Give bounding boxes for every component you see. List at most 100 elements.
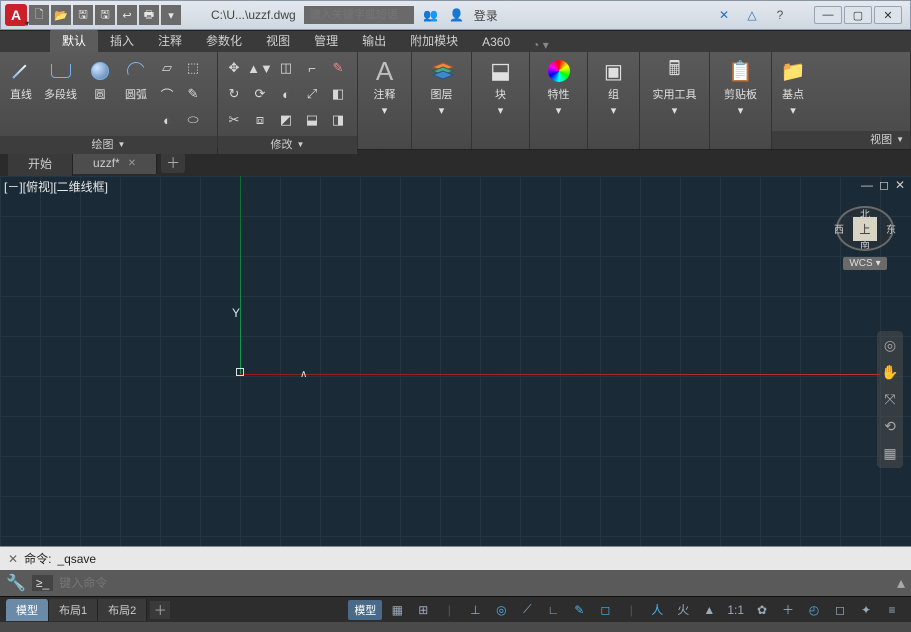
tool-properties[interactable]: 特性 ▾ xyxy=(542,56,576,119)
draw-small-2[interactable]: ⌒ xyxy=(155,82,179,106)
viewcube-east[interactable]: 东 xyxy=(886,221,896,236)
status-annoscale-person-icon[interactable]: 人 xyxy=(646,600,668,620)
modify-trim-icon[interactable]: ◫ xyxy=(274,56,298,80)
qat-open-icon[interactable]: 📂 xyxy=(51,5,71,25)
status-model-button[interactable]: 模型 xyxy=(348,600,382,620)
layout-tab-model[interactable]: 模型 xyxy=(6,599,49,621)
status-grid-icon[interactable]: ▦ xyxy=(386,600,408,620)
cmd-customize-icon[interactable]: 🔧 xyxy=(6,573,26,593)
status-scale-label[interactable]: 1:1 xyxy=(724,600,747,620)
cmd-expand-icon[interactable]: ▴ xyxy=(897,573,905,593)
tab-annotate[interactable]: 注释 xyxy=(146,29,194,52)
viewcube-north[interactable]: 北 xyxy=(860,206,870,221)
modify-13-icon[interactable]: ◧ xyxy=(326,82,350,106)
tool-polyline[interactable]: 多段线 xyxy=(40,56,81,104)
tab-addins[interactable]: 附加模块 xyxy=(398,29,470,52)
qat-saveas-icon[interactable]: 🖫 xyxy=(95,5,115,25)
tool-circle[interactable]: 圆 xyxy=(83,56,117,104)
help-search-input[interactable] xyxy=(304,6,414,24)
binoculars-icon[interactable]: 👥 xyxy=(422,6,440,24)
status-annomonitor-icon[interactable]: 火 xyxy=(672,600,694,620)
file-tab-new[interactable]: ＋ xyxy=(161,153,185,173)
modify-scale-icon[interactable]: ⧈ xyxy=(248,108,272,132)
status-2dosnap-icon[interactable]: ◻ xyxy=(594,600,616,620)
qat-new-icon[interactable]: 🗋 xyxy=(29,5,49,25)
tab-default[interactable]: 默认 xyxy=(50,29,98,52)
viewport-minimize-icon[interactable]: — xyxy=(861,178,873,192)
draw-small-1[interactable]: ▱ xyxy=(155,56,179,80)
tool-arc[interactable]: 圆弧 xyxy=(119,56,153,104)
command-input[interactable] xyxy=(59,576,891,590)
status-polar-icon[interactable]: ◎ xyxy=(490,600,512,620)
viewport-close-icon[interactable]: ✕ xyxy=(895,178,905,192)
tab-insert[interactable]: 插入 xyxy=(98,29,146,52)
tool-utilities[interactable]: 🖩 实用工具 ▾ xyxy=(649,56,701,119)
exchange-icon[interactable]: ✕ xyxy=(715,6,733,24)
nav-orbit-icon[interactable]: ⟲ xyxy=(884,418,896,435)
status-gear-icon[interactable]: ✿ xyxy=(751,600,773,620)
status-annovis-icon[interactable]: ▲ xyxy=(698,600,720,620)
modify-14-icon[interactable]: ◨ xyxy=(326,108,350,132)
modify-array-icon[interactable]: ◩ xyxy=(274,108,298,132)
help-icon[interactable]: ? xyxy=(771,6,789,24)
tool-basepoint[interactable]: 📁 基点 ▾ xyxy=(776,56,810,119)
tool-layer[interactable]: 图层 ▾ xyxy=(425,56,459,119)
modify-mirror-icon[interactable]: ⟳ xyxy=(248,82,272,106)
status-isoplane-icon[interactable]: ⟋ xyxy=(516,600,538,620)
file-tab-uzzf[interactable]: uzzf*✕ xyxy=(73,152,157,174)
file-tab-start[interactable]: 开始 xyxy=(8,151,73,176)
a360-icon[interactable]: △ xyxy=(743,6,761,24)
layout-tab-2[interactable]: 布局2 xyxy=(98,599,147,621)
viewcube-west[interactable]: 西 xyxy=(834,221,844,236)
close-button[interactable]: ✕ xyxy=(874,6,902,24)
status-customize-icon[interactable]: ≡ xyxy=(881,600,903,620)
status-otrack-icon[interactable]: ✎ xyxy=(568,600,590,620)
layout-tab-1[interactable]: 布局1 xyxy=(49,599,98,621)
nav-zoom-icon[interactable]: ⤧ xyxy=(884,391,895,408)
status-isolate-icon[interactable]: ◴ xyxy=(803,600,825,620)
qat-print-icon[interactable]: 🖶 xyxy=(139,5,159,25)
modify-fillet-icon[interactable]: ◐ xyxy=(274,82,298,106)
status-osnap-icon[interactable]: ∟ xyxy=(542,600,564,620)
qat-more-icon[interactable]: ▾ xyxy=(161,5,181,25)
login-link[interactable]: 登录 xyxy=(474,7,498,24)
viewcube-south[interactable]: 南 xyxy=(860,236,870,251)
status-cleanscreen-icon[interactable]: ✦ xyxy=(855,600,877,620)
close-icon[interactable]: ✕ xyxy=(128,158,136,169)
wcs-dropdown[interactable]: WCS▾ xyxy=(843,257,886,270)
status-ortho-icon[interactable]: ⊥ xyxy=(464,600,486,620)
tool-annotate[interactable]: A 注释 ▾ xyxy=(368,56,402,119)
maximize-button[interactable]: ▢ xyxy=(844,6,872,24)
viewcube[interactable]: 上 北 南 东 西 WCS▾ xyxy=(833,206,897,270)
tool-clipboard[interactable]: 📋 剪贴板 ▾ xyxy=(720,56,761,119)
draw-small-5[interactable]: ✎ xyxy=(181,82,205,106)
panel-modify-footer[interactable]: 修改▼ xyxy=(218,136,357,154)
draw-small-4[interactable]: ⬚ xyxy=(181,56,205,80)
draw-small-3[interactable]: ◐ xyxy=(155,108,179,132)
qat-undo-icon[interactable]: ↩ xyxy=(117,5,137,25)
viewport-label[interactable]: [－][俯视][二维线框] xyxy=(4,178,108,195)
modify-move-icon[interactable]: ✥ xyxy=(222,56,246,80)
modify-9-icon[interactable]: ⌐ xyxy=(300,56,324,80)
modify-copy-icon[interactable]: ↻ xyxy=(222,82,246,106)
modify-10-icon[interactable]: ⤢ xyxy=(300,82,324,106)
qat-save-icon[interactable]: 🖫 xyxy=(73,5,93,25)
tab-manage[interactable]: 管理 xyxy=(302,29,350,52)
draw-small-6[interactable]: ⬭ xyxy=(181,108,205,132)
nav-pan-icon[interactable]: ✋ xyxy=(881,364,898,381)
modify-11-icon[interactable]: ⬓ xyxy=(300,108,324,132)
modify-rotate-icon[interactable]: ▲▼ xyxy=(248,56,272,80)
status-snap-icon[interactable]: ⊞ xyxy=(412,600,434,620)
layout-tab-new[interactable]: ＋ xyxy=(150,601,170,619)
tab-extra-icon[interactable]: ◔ ▾ xyxy=(532,38,549,52)
tool-line[interactable]: 直线 xyxy=(4,56,38,104)
tab-a360[interactable]: A360 xyxy=(470,32,522,52)
modify-erase-icon[interactable]: ✎ xyxy=(326,56,350,80)
drawing-canvas[interactable]: [－][俯视][二维线框] — ◻ ✕ Y ∧ 上 北 南 东 西 WCS▾ ◎… xyxy=(0,176,911,546)
app-menu-button[interactable]: A xyxy=(5,4,27,26)
tab-output[interactable]: 输出 xyxy=(350,29,398,52)
tab-param[interactable]: 参数化 xyxy=(194,29,254,52)
cmd-close-icon[interactable]: ✕ xyxy=(8,552,18,566)
status-hwacc-icon[interactable]: ◻ xyxy=(829,600,851,620)
viewport-maximize-icon[interactable]: ◻ xyxy=(879,178,889,192)
